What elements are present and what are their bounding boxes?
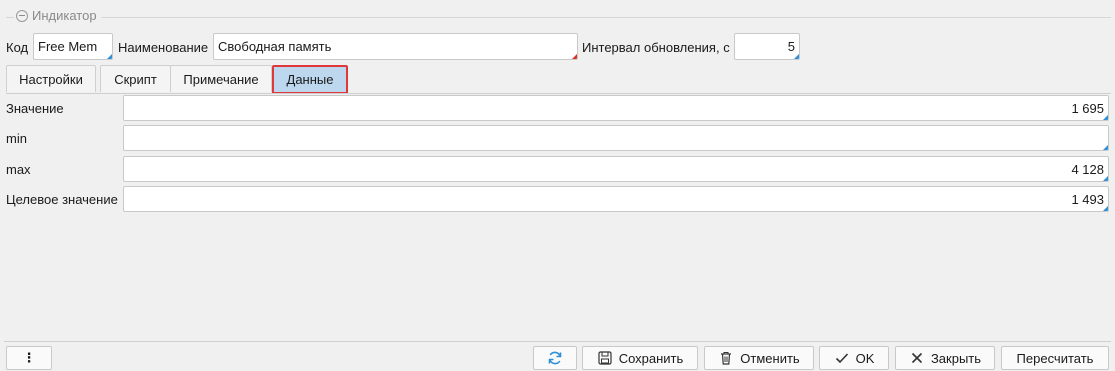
max-label: max xyxy=(6,162,31,177)
save-label: Сохранить xyxy=(618,350,684,366)
cancel-label: Отменить xyxy=(740,350,800,366)
close-button[interactable]: Закрыть xyxy=(895,346,995,370)
code-value: Free Mem xyxy=(38,39,98,54)
tab-script-label: Скрипт xyxy=(114,71,157,87)
bottom-divider xyxy=(4,341,1111,342)
code-field[interactable]: Free Mem xyxy=(33,33,113,60)
max-field[interactable]: 4 128 xyxy=(123,156,1109,182)
save-icon xyxy=(597,350,613,366)
more-button[interactable]: ⋮ xyxy=(6,346,52,370)
tab-divider xyxy=(6,93,1111,94)
interval-label: Интервал обновления, с xyxy=(582,40,730,55)
tab-notes[interactable]: Примечание xyxy=(170,65,272,92)
recalculate-button[interactable]: Пересчитать xyxy=(1001,346,1109,370)
target-field[interactable]: 1 493 xyxy=(123,186,1109,212)
tab-data-label: Данные xyxy=(286,72,334,87)
tab-script[interactable]: Скрипт xyxy=(100,65,171,92)
target-value: 1 493 xyxy=(1071,191,1104,207)
recalculate-label: Пересчитать xyxy=(1016,350,1094,366)
close-label: Закрыть xyxy=(930,350,982,366)
close-icon xyxy=(909,350,925,366)
target-label: Целевое значение xyxy=(6,192,118,207)
indicator-group-header: Индикатор xyxy=(6,8,1111,24)
tab-data[interactable]: Данные xyxy=(272,65,348,94)
ok-button[interactable]: OK xyxy=(819,346,889,370)
more-icon: ⋮ xyxy=(22,350,36,365)
refresh-icon xyxy=(547,350,563,366)
value-field[interactable]: 1 695 xyxy=(123,95,1109,121)
code-label: Код xyxy=(6,40,29,55)
group-title[interactable]: Индикатор xyxy=(14,8,101,23)
collapse-icon[interactable] xyxy=(16,9,28,22)
interval-field[interactable]: 5 xyxy=(734,33,800,60)
max-value: 4 128 xyxy=(1071,161,1104,177)
group-divider xyxy=(6,17,1111,18)
trash-icon xyxy=(718,350,734,366)
interval-value: 5 xyxy=(787,39,795,54)
name-value: Свободная память xyxy=(218,39,332,54)
value-value: 1 695 xyxy=(1071,100,1104,116)
value-label: Значение xyxy=(6,101,64,116)
group-title-label: Индикатор xyxy=(32,8,97,23)
name-field[interactable]: Свободная память xyxy=(213,33,578,60)
name-label: Наименование xyxy=(118,40,209,55)
min-label: min xyxy=(6,131,27,146)
min-field[interactable] xyxy=(123,125,1109,151)
tab-settings[interactable]: Настройки xyxy=(6,65,96,92)
check-icon xyxy=(834,350,850,366)
cancel-button[interactable]: Отменить xyxy=(704,346,814,370)
tab-settings-label: Настройки xyxy=(19,71,83,87)
save-button[interactable]: Сохранить xyxy=(582,346,698,370)
refresh-button[interactable] xyxy=(533,346,577,370)
ok-label: OK xyxy=(855,350,875,366)
tab-notes-label: Примечание xyxy=(183,71,259,87)
